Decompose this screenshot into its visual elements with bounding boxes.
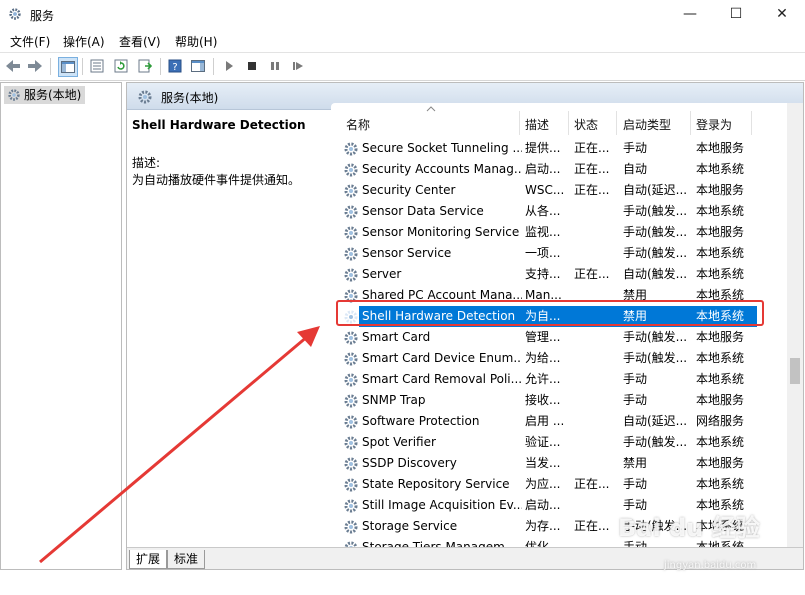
watermark-url: jingyan.baidu.com xyxy=(664,560,757,571)
watermark-brand: Bai du 经验 xyxy=(618,514,760,542)
annotation-arrow xyxy=(39,326,320,564)
